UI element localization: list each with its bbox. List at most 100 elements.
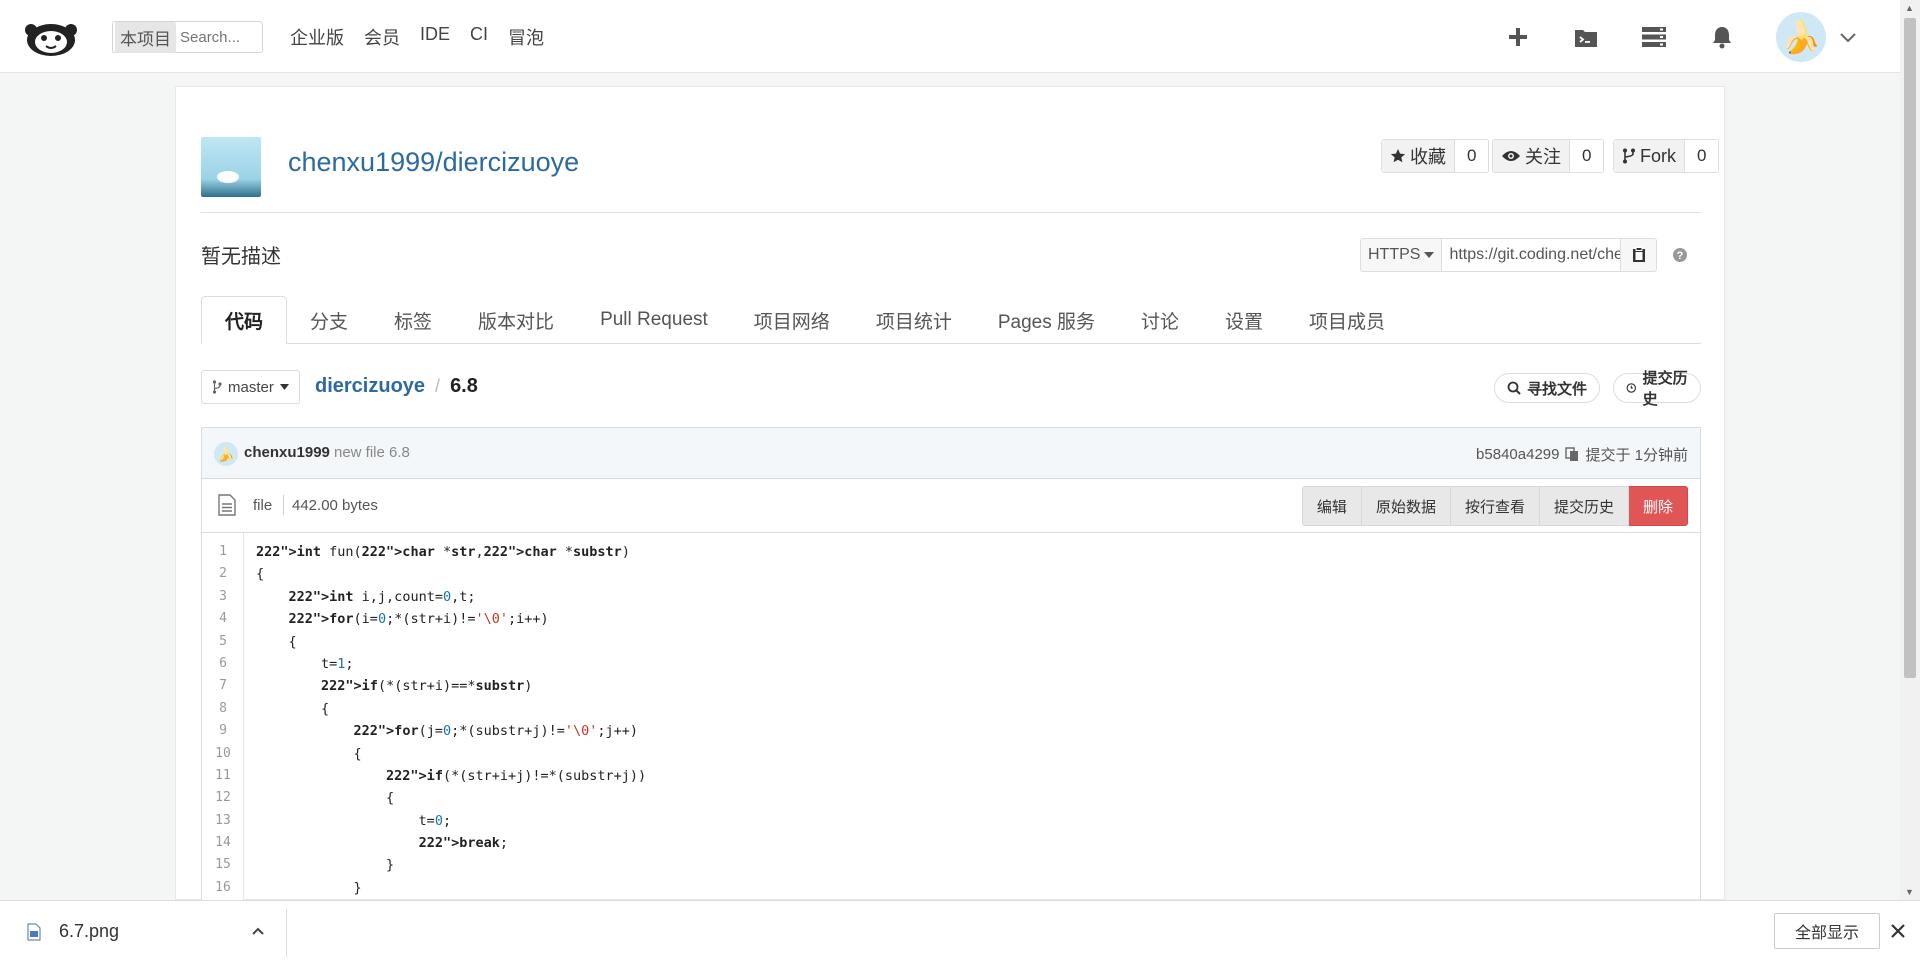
find-file-button[interactable]: 寻找文件 (1494, 373, 1601, 403)
tab-network[interactable]: 项目网络 (731, 296, 853, 344)
file-history-button[interactable]: 提交历史 (1539, 486, 1629, 526)
repo-header: chenxu1999/diercizuoye 收藏 0 关注 0 Fork 0 (201, 137, 1720, 213)
search-scope-label[interactable]: 本项目 (115, 21, 176, 53)
repo-avatar[interactable] (201, 137, 261, 197)
copy-icon[interactable] (1565, 447, 1579, 462)
fork-icon (1623, 148, 1635, 164)
clone-url-input[interactable]: https://git.coding.net/chenxu1999/dierci… (1441, 238, 1622, 272)
watch-group[interactable]: 关注 0 (1492, 139, 1605, 173)
tab-discussion[interactable]: 讨论 (1118, 296, 1202, 344)
help-icon[interactable]: ? (1672, 247, 1688, 263)
breadcrumb-separator: / (435, 376, 441, 396)
repo-title[interactable]: chenxu1999/diercizuoye (288, 147, 579, 178)
watch-count[interactable]: 0 (1570, 140, 1604, 172)
line-number[interactable]: 15 (202, 854, 244, 876)
line-content: { (256, 566, 265, 583)
line-number[interactable]: 10 (202, 743, 244, 765)
tab-settings[interactable]: 设置 (1202, 296, 1286, 344)
star-group[interactable]: 收藏 0 (1381, 139, 1490, 173)
scroll-down-arrow-icon[interactable]: ▼ (1905, 887, 1914, 897)
line-number[interactable]: 14 (202, 832, 244, 854)
tab-compare[interactable]: 版本对比 (455, 296, 577, 344)
commit-hash[interactable]: b5840a4299 (1476, 446, 1559, 463)
code-line: 15 } (202, 854, 1700, 876)
delete-button[interactable]: 删除 (1628, 486, 1688, 526)
branch-icon (212, 380, 222, 394)
copy-url-button[interactable] (1621, 238, 1658, 272)
nav-link-bubble[interactable]: 冒泡 (508, 24, 544, 50)
line-number[interactable]: 2 (202, 563, 244, 585)
clock-icon (1626, 383, 1637, 393)
commit-history-button[interactable]: 提交历史 (1613, 370, 1701, 408)
tab-pull-request[interactable]: Pull Request (577, 296, 731, 344)
chevron-up-icon[interactable] (250, 923, 266, 939)
coding-monkey-logo[interactable] (22, 14, 80, 58)
terminal-folder-icon[interactable] (1572, 23, 1600, 51)
branch-name: master (228, 378, 274, 396)
clipboard-icon (1632, 247, 1645, 262)
eye-icon (1502, 151, 1520, 161)
tab-members[interactable]: 项目成员 (1286, 296, 1408, 344)
tab-branches[interactable]: 分支 (287, 296, 371, 344)
line-number[interactable]: 3 (202, 586, 244, 608)
file-icon (218, 494, 236, 516)
clone-protocol-select[interactable]: HTTPS (1360, 238, 1442, 272)
star-count[interactable]: 0 (1455, 140, 1489, 172)
fork-count[interactable]: 0 (1685, 140, 1719, 172)
line-number[interactable]: 16 (202, 877, 244, 899)
nav-link-enterprise[interactable]: 企业版 (290, 24, 344, 50)
commit-author[interactable]: chenxu1999 (244, 444, 330, 461)
search-input[interactable] (180, 28, 260, 46)
nav-link-ide[interactable]: IDE (420, 24, 450, 50)
star-button[interactable]: 收藏 (1382, 140, 1455, 172)
search-box[interactable]: 本项目 (112, 21, 263, 53)
blame-button[interactable]: 按行查看 (1450, 486, 1540, 526)
line-number[interactable]: 6 (202, 653, 244, 675)
raw-button[interactable]: 原始数据 (1361, 486, 1451, 526)
line-number[interactable]: 4 (202, 608, 244, 630)
download-file-name[interactable]: 6.7.png (59, 921, 119, 942)
commit-history-label: 提交历史 (1642, 370, 1688, 408)
caret-down-icon (279, 384, 289, 390)
tab-code[interactable]: 代码 (201, 296, 288, 344)
line-number[interactable]: 12 (202, 787, 244, 809)
breadcrumb-repo[interactable]: diercizuoye (315, 375, 425, 398)
tab-tags[interactable]: 标签 (371, 296, 455, 344)
line-number[interactable]: 13 (202, 810, 244, 832)
star-label: 收藏 (1410, 147, 1446, 167)
server-list-icon[interactable] (1640, 23, 1668, 51)
chevron-down-icon[interactable] (1838, 27, 1858, 47)
line-number[interactable]: 9 (202, 720, 244, 742)
scroll-up-arrow-icon[interactable]: ▲ (1905, 3, 1914, 13)
line-number[interactable]: 7 (202, 675, 244, 697)
line-number[interactable]: 11 (202, 765, 244, 787)
image-file-icon (27, 922, 41, 941)
close-icon[interactable] (1888, 921, 1908, 941)
line-number[interactable]: 5 (202, 631, 244, 653)
line-number[interactable]: 8 (202, 698, 244, 720)
nav-link-ci[interactable]: CI (470, 24, 488, 50)
last-commit-bar: 🍌 chenxu1999 new file 6.8 b5840a4299 提交于… (201, 427, 1701, 479)
fork-group[interactable]: Fork 0 (1613, 139, 1720, 173)
code-lines: 1 222">int fun(222">char *str,222">char *… (202, 541, 1700, 899)
nav-link-member[interactable]: 会员 (364, 24, 400, 50)
page-scrollbar[interactable]: ▲ ▼ (1900, 0, 1920, 900)
search-icon (1507, 381, 1521, 395)
fork-button[interactable]: Fork (1614, 140, 1685, 172)
branch-select[interactable]: master (201, 370, 300, 404)
show-all-button[interactable]: 全部显示 (1774, 913, 1881, 949)
download-item[interactable]: 6.7.png (27, 921, 119, 942)
line-number[interactable]: 1 (202, 541, 244, 563)
scroll-thumb[interactable] (1904, 18, 1916, 678)
commit-author-avatar[interactable]: 🍌 (214, 442, 238, 466)
plus-icon[interactable] (1504, 23, 1532, 51)
tab-pages[interactable]: Pages 服务 (975, 296, 1118, 344)
watch-label: 关注 (1525, 147, 1561, 167)
bell-icon[interactable] (1708, 23, 1736, 51)
user-avatar[interactable]: 🍌 (1776, 11, 1826, 62)
tab-stats[interactable]: 项目统计 (853, 296, 975, 344)
star-icon (1390, 149, 1406, 163)
line-content: 222">break; (418, 835, 508, 852)
watch-button[interactable]: 关注 (1493, 140, 1570, 172)
edit-button[interactable]: 编辑 (1301, 486, 1362, 526)
